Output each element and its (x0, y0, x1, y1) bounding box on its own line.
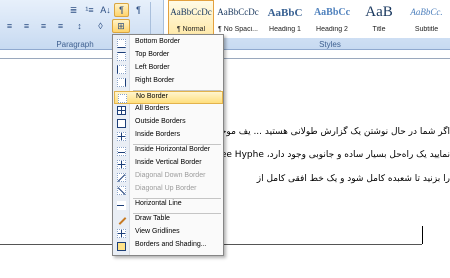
menu-item-label: Right Border (135, 77, 175, 84)
top-border-icon (117, 52, 126, 61)
style-sample: AaBbC (267, 7, 303, 19)
style-title[interactable]: AaB Title (356, 0, 402, 37)
sort-button[interactable]: A↓ (98, 3, 113, 17)
style-heading-1[interactable]: AaBbC Heading 1 (262, 0, 308, 37)
horizontal-line-icon (117, 201, 126, 210)
no-border-icon (118, 94, 127, 103)
style-sample: AaBbCc. (410, 7, 443, 17)
numbering-button[interactable]: ¹≡ (82, 3, 97, 17)
menu-item-left-border[interactable]: Left Border (114, 63, 223, 76)
style-sample: AaBbCcDc (217, 7, 259, 17)
all-borders-icon (117, 106, 126, 115)
shading-button[interactable]: ◊ (93, 19, 108, 33)
menu-item-label: Horizontal Line (135, 200, 182, 207)
inside-horizontal-border-icon (117, 147, 126, 156)
pencil-icon (117, 216, 126, 225)
menu-item-outside-borders[interactable]: Outside Borders (114, 117, 223, 130)
menu-item-label: All Borders (135, 105, 170, 112)
menu-item-label: Top Border (135, 51, 170, 58)
menu-item-draw-table[interactable]: Draw Table (114, 214, 223, 227)
align-right-button[interactable]: ≡ (36, 19, 51, 33)
style-name: Title (372, 26, 386, 33)
bottom-border-icon (117, 39, 126, 48)
menu-item-label: View Gridlines (135, 228, 180, 235)
left-border-icon (117, 65, 126, 74)
menu-item-no-border[interactable]: No Border (114, 91, 223, 104)
document-line-3: را بزنید تا شعبده کامل شود و یک خط افقی … (256, 174, 450, 184)
menu-item-view-gridlines[interactable]: View Gridlines (114, 227, 223, 240)
menu-item-label: Borders and Shading... (135, 241, 207, 248)
style-name: ¶ No Spaci... (218, 26, 258, 33)
style-name: ¶ Normal (176, 26, 206, 33)
menu-item-diagonal-up-border[interactable]: Diagonal Up Border (114, 184, 223, 197)
menu-item-diagonal-down-border[interactable]: Diagonal Down Border (114, 171, 223, 184)
inside-borders-icon (117, 132, 126, 141)
diagonal-up-border-icon (117, 186, 126, 195)
menu-item-inside-horizontal-border[interactable]: Inside Horizontal Border (114, 145, 223, 158)
menu-item-horizontal-line[interactable]: Horizontal Line (114, 199, 223, 212)
show-marks-button[interactable]: ¶ (131, 3, 146, 17)
page-top-edge (0, 58, 450, 59)
menu-item-label: No Border (136, 93, 168, 100)
justify-button[interactable]: ≡ (53, 19, 68, 33)
style-normal[interactable]: AaBbCcDc ¶ Normal (168, 0, 214, 37)
style-sample: AaB (365, 4, 393, 20)
style-sample: AaBbCc (313, 7, 351, 18)
style-name: Subtitle (414, 26, 439, 33)
borders-dropdown-menu: Bottom Border Top Border Left Border Rig… (112, 34, 224, 256)
styles-group-label: Styles (319, 40, 341, 49)
menu-item-all-borders[interactable]: All Borders (114, 104, 223, 117)
menu-item-label: Inside Vertical Border (135, 159, 202, 166)
right-border-icon (117, 78, 126, 87)
menu-item-right-border[interactable]: Right Border (114, 76, 223, 89)
menu-item-label: Diagonal Up Border (135, 185, 197, 192)
gridlines-icon (117, 229, 126, 238)
menu-item-label: Left Border (135, 64, 170, 71)
line-spacing-button[interactable]: ↕ (72, 19, 87, 33)
rtl-paragraph-button[interactable]: ¶ (114, 3, 129, 17)
ribbon: ≣ ¹≡ A↓ ¶ ¶ ≡ ≡ ≡ ≡ ↕ ◊ ⊞ Paragraph AaBb… (0, 0, 450, 50)
diagonal-down-border-icon (117, 173, 126, 182)
style-sample: AaBbCcDc (170, 7, 212, 17)
menu-item-label: Draw Table (135, 215, 170, 222)
menu-item-inside-borders[interactable]: Inside Borders (114, 130, 223, 143)
menu-item-label: Inside Horizontal Border (135, 146, 211, 153)
shading-icon (117, 242, 126, 251)
menu-item-bottom-border[interactable]: Bottom Border (114, 37, 223, 50)
menu-item-label: Bottom Border (135, 38, 181, 45)
menu-item-borders-and-shading[interactable]: Borders and Shading... (114, 240, 223, 253)
borders-button[interactable]: ⊞ (112, 19, 130, 33)
center-button[interactable]: ≡ (19, 19, 34, 33)
menu-item-label: Inside Borders (135, 131, 181, 138)
menu-item-inside-vertical-border[interactable]: Inside Vertical Border (114, 158, 223, 171)
inside-vertical-border-icon (117, 160, 126, 169)
menu-item-top-border[interactable]: Top Border (114, 50, 223, 63)
menu-item-label: Outside Borders (135, 118, 186, 125)
text-cursor (422, 226, 423, 244)
style-name: Heading 2 (316, 26, 348, 33)
style-name: Heading 1 (269, 26, 301, 33)
align-left-button[interactable]: ≡ (2, 19, 17, 33)
style-heading-2[interactable]: AaBbCc Heading 2 (309, 0, 355, 37)
menu-item-label: Diagonal Down Border (135, 172, 206, 179)
bullets-button[interactable]: ≣ (66, 3, 81, 17)
style-no-spacing[interactable]: AaBbCcDc ¶ No Spaci... (215, 0, 261, 37)
styles-gallery: AaBbCcDc ¶ Normal AaBbCcDc ¶ No Spaci...… (163, 0, 450, 38)
style-subtitle[interactable]: AaBbCc. Subtitle (403, 0, 450, 37)
outside-borders-icon (117, 119, 126, 128)
